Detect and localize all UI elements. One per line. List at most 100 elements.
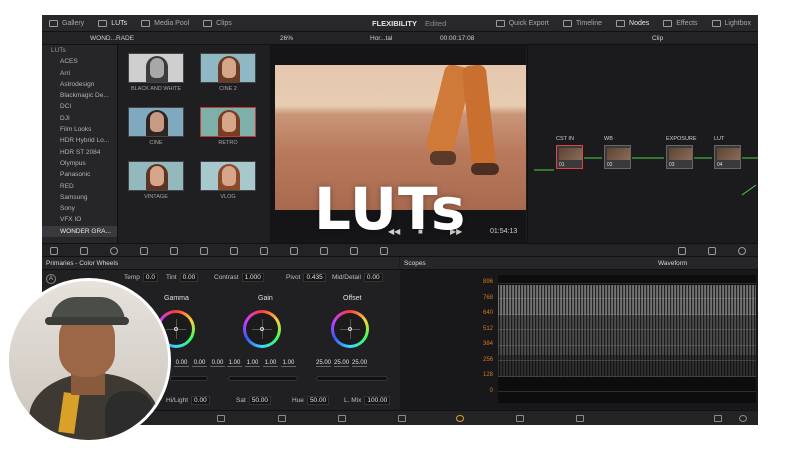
hdr-icon[interactable]: [140, 247, 148, 255]
tracker-icon[interactable]: [350, 247, 358, 255]
media-pool-button[interactable]: Media Pool: [134, 15, 196, 32]
lut-folder[interactable]: Arri: [42, 68, 117, 79]
offset-wheel[interactable]: [331, 310, 369, 348]
clip-name[interactable]: Hor...tal: [370, 35, 392, 42]
hi-light-field[interactable]: Hi/Light 0.00: [166, 396, 210, 405]
scopes-toggle-icon[interactable]: [708, 247, 716, 255]
offset-label: Offset: [343, 295, 362, 302]
scopes-header: Scopes Waveform: [400, 257, 758, 270]
lut-thumb[interactable]: VINTAGE: [125, 161, 187, 200]
edit-page-icon[interactable]: [338, 415, 346, 422]
presenter-webcam: [6, 278, 171, 443]
color-page-icon[interactable]: [456, 415, 464, 422]
lightbox-icon: [711, 20, 721, 27]
lightbox-button[interactable]: Lightbox: [705, 15, 758, 32]
lut-folder[interactable]: RED: [42, 181, 117, 192]
scope-tick: 384: [482, 341, 493, 347]
pivot-field[interactable]: Pivot 0.435: [286, 273, 326, 282]
lut-folder[interactable]: HDR Hybrid Lo...: [42, 135, 117, 146]
fusion-page-icon[interactable]: [398, 415, 406, 422]
contrast-field[interactable]: Contrast 1.000: [214, 273, 264, 282]
clips-icon: [203, 19, 213, 27]
overlay-title: LUTs: [314, 175, 467, 243]
timecode: 00:00:17:08: [440, 35, 475, 42]
gallery-button[interactable]: Gallery: [42, 15, 91, 32]
deliver-page-icon[interactable]: [576, 415, 584, 422]
node-exposure[interactable]: EXPOSURE 03: [666, 136, 697, 169]
lut-folder[interactable]: Sony: [42, 203, 117, 214]
nodes-button[interactable]: Nodes: [609, 15, 656, 32]
lut-folder[interactable]: Panasonic: [42, 169, 117, 180]
window-icon[interactable]: [320, 247, 328, 255]
home-icon[interactable]: [714, 415, 722, 422]
lut-root-folder[interactable]: LUTs: [42, 45, 117, 56]
clips-button[interactable]: Clips: [196, 15, 239, 32]
color-wheels-icon[interactable]: [110, 247, 118, 255]
luma-mix-field[interactable]: L. Mix 100.00: [344, 396, 391, 405]
offset-slider[interactable]: [316, 376, 388, 381]
lut-folder[interactable]: DCI: [42, 101, 117, 112]
gamma-values[interactable]: 0.00 0.00 0.00: [174, 360, 225, 367]
media-page-icon[interactable]: [217, 415, 225, 422]
secondary-toolbar: WOND...RADE 26% Hor...tal 00:00:17:08 Cl…: [42, 32, 758, 45]
keyframes-icon[interactable]: [678, 247, 686, 255]
media-pool-icon: [141, 19, 151, 27]
gain-slider[interactable]: [228, 376, 298, 381]
motion-effects-icon[interactable]: [200, 247, 208, 255]
lut-folder[interactable]: HDR ST 2084: [42, 147, 117, 158]
lut-folder[interactable]: Blackmagic De...: [42, 90, 117, 101]
project-status: Edited: [425, 19, 447, 28]
gain-values[interactable]: 1.00 1.00 1.00 1.00: [227, 360, 296, 367]
mid-detail-field[interactable]: Mid/Detail 0.00: [332, 273, 383, 282]
nodes-icon: [616, 20, 626, 27]
fairlight-page-icon[interactable]: [516, 415, 524, 422]
lut-folder[interactable]: Astrodesign: [42, 79, 117, 90]
node-wb[interactable]: WB 02: [604, 136, 631, 169]
quick-export-button[interactable]: Quick Export: [489, 15, 556, 32]
lut-folder[interactable]: ACES: [42, 56, 117, 67]
tint-field[interactable]: Tint 0.00: [166, 273, 199, 282]
node-mode-select[interactable]: Clip: [652, 35, 663, 42]
microphone: [105, 391, 153, 440]
luts-button[interactable]: LUTs: [91, 15, 134, 32]
node-cst-in[interactable]: CST IN 01: [556, 136, 583, 169]
lut-thumb[interactable]: BLACK AND WHITE: [125, 53, 187, 92]
lut-thumb[interactable]: CINE 2: [197, 53, 259, 92]
settings-gear-icon[interactable]: [739, 415, 747, 422]
saturation-field[interactable]: Sat 50.00: [236, 396, 272, 405]
viewer-timecode: 01:54:13: [490, 228, 518, 235]
lut-thumb[interactable]: CINE: [125, 107, 187, 146]
scope-tick: 0: [489, 388, 493, 394]
scope-tick: 768: [482, 295, 493, 301]
lut-folder[interactable]: VFX IO: [42, 214, 117, 225]
color-warper-icon[interactable]: [260, 247, 268, 255]
gallery-icon: [49, 19, 58, 27]
gain-wheel[interactable]: [243, 310, 281, 348]
cut-page-icon[interactable]: [278, 415, 286, 422]
info-icon[interactable]: [738, 247, 746, 255]
lut-folder[interactable]: Olympus: [42, 158, 117, 169]
curves-icon[interactable]: [230, 247, 238, 255]
effects-button[interactable]: Effects: [656, 15, 704, 32]
scope-mode-select[interactable]: Waveform: [658, 257, 687, 270]
hue-field[interactable]: Hue 50.00: [292, 396, 330, 405]
primaries-title: Primaries - Color Wheels: [46, 260, 119, 267]
camera-raw-icon[interactable]: [50, 247, 58, 255]
color-match-icon[interactable]: [80, 247, 88, 255]
lut-folder[interactable]: Film Looks: [42, 124, 117, 135]
gamma-slider[interactable]: [170, 376, 208, 381]
lut-sidebar: LUTs ACES Arri Astrodesign Blackmagic De…: [42, 45, 118, 243]
qualifier-icon[interactable]: [290, 247, 298, 255]
lut-thumb-selected[interactable]: RETRO: [197, 107, 259, 146]
lut-folder[interactable]: DJI: [42, 113, 117, 124]
lut-thumb[interactable]: VLOG: [197, 161, 259, 200]
lut-folder-selected[interactable]: WONDER GRA...: [42, 225, 117, 238]
lut-folder[interactable]: Samsung: [42, 192, 117, 203]
lut-preview-image: [200, 161, 256, 191]
magic-mask-icon[interactable]: [380, 247, 388, 255]
offset-values[interactable]: 25.00 25.00 25.00: [316, 360, 368, 367]
rgb-mixer-icon[interactable]: [170, 247, 178, 255]
node-lut[interactable]: LUT 04: [714, 136, 741, 169]
zoom-select[interactable]: 26%: [280, 35, 293, 42]
timeline-button[interactable]: Timeline: [556, 15, 609, 32]
